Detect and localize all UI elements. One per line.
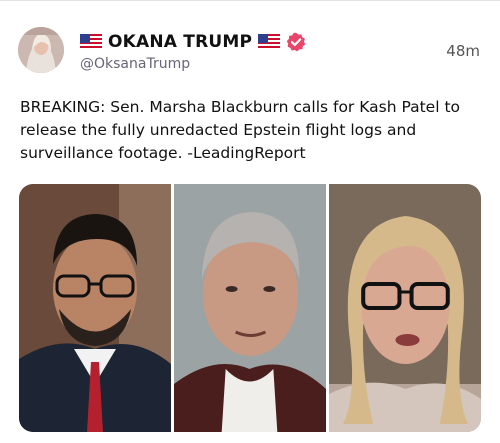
photo-right[interactable] <box>329 184 481 432</box>
post-media[interactable] <box>19 184 481 432</box>
author-handle[interactable]: @OksanaTrump <box>80 56 190 72</box>
author-row: OKANA TRUMP <box>80 30 306 54</box>
us-flag-icon <box>80 34 102 50</box>
photo-left[interactable] <box>19 184 171 432</box>
top-divider <box>0 0 500 1</box>
avatar[interactable] <box>18 27 64 73</box>
display-name[interactable]: OKANA TRUMP <box>108 32 252 52</box>
post-text: BREAKING: Sen. Marsha Blackburn calls fo… <box>20 98 461 162</box>
post-timestamp[interactable]: 48m <box>446 42 480 60</box>
us-flag-icon <box>258 34 281 50</box>
verified-badge-icon <box>286 32 306 52</box>
photo-center[interactable] <box>174 184 326 432</box>
